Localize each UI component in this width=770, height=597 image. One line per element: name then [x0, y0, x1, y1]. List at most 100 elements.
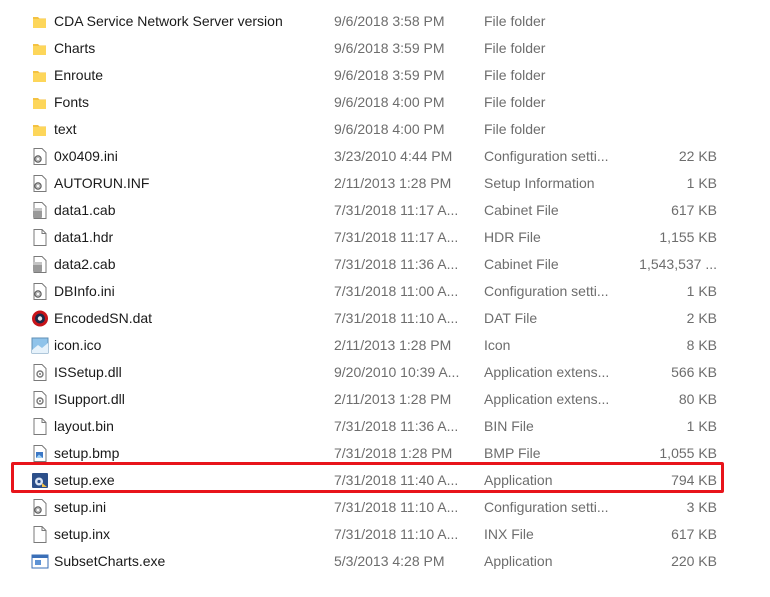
- file-size: 617 KB: [671, 202, 717, 218]
- blank-file-icon: [33, 526, 47, 543]
- file-type: File folder: [484, 40, 546, 56]
- file-size: 1 KB: [686, 175, 717, 191]
- file-date: 7/31/2018 11:10 A...: [334, 310, 459, 326]
- file-date: 7/31/2018 11:10 A...: [334, 526, 459, 542]
- file-type: HDR File: [484, 229, 541, 245]
- config-file-icon: [33, 499, 47, 516]
- file-date: 3/23/2010 4:44 PM: [334, 148, 453, 164]
- file-name: Fonts: [54, 94, 90, 110]
- file-size: 617 KB: [671, 526, 717, 542]
- folder-icon: [33, 17, 46, 28]
- config-file-icon: [33, 283, 47, 300]
- file-name: Enroute: [54, 67, 104, 83]
- file-row[interactable]: SubsetCharts.exe 5/3/2013 4:28 PM Applic…: [0, 548, 770, 575]
- file-size: 566 KB: [671, 364, 717, 380]
- file-date: 2/11/2013 1:28 PM: [334, 175, 452, 191]
- file-size: 3 KB: [686, 499, 717, 515]
- file-type: File folder: [484, 121, 546, 137]
- file-date: 9/6/2018 3:59 PM: [334, 67, 445, 83]
- bitmap-file-icon: [33, 445, 47, 462]
- file-row[interactable]: EncodedSN.dat 7/31/2018 11:10 A... DAT F…: [0, 305, 770, 332]
- file-date: 7/31/2018 1:28 PM: [334, 445, 453, 461]
- file-row[interactable]: DBInfo.ini 7/31/2018 11:00 A... Configur…: [0, 278, 770, 305]
- folder-icon: [33, 125, 46, 136]
- file-name: text: [54, 121, 77, 137]
- file-row[interactable]: layout.bin 7/31/2018 11:36 A... BIN File…: [0, 413, 770, 440]
- file-size: [620, 62, 717, 89]
- file-date: 7/31/2018 11:17 A...: [334, 229, 459, 245]
- file-type: Icon: [484, 337, 511, 353]
- file-date: 9/6/2018 3:59 PM: [334, 40, 445, 56]
- file-row[interactable]: Charts 9/6/2018 3:59 PM File folder: [0, 35, 770, 62]
- file-type: Cabinet File: [484, 256, 559, 272]
- file-size: 794 KB: [671, 472, 717, 488]
- file-row[interactable]: ISupport.dll 2/11/2013 1:28 PM Applicati…: [0, 386, 770, 413]
- file-size: 220 KB: [671, 553, 717, 569]
- file-row[interactable]: ISSetup.dll 9/20/2010 10:39 A... Applica…: [0, 359, 770, 386]
- file-row[interactable]: setup.exe 7/31/2018 11:40 A... Applicati…: [0, 467, 770, 494]
- file-name: data2.cab: [54, 256, 116, 272]
- folder-icon: [33, 71, 46, 82]
- file-name: ISSetup.dll: [54, 364, 122, 380]
- file-size: 1,155 KB: [659, 229, 717, 245]
- file-name: layout.bin: [54, 418, 114, 434]
- file-date: 9/6/2018 4:00 PM: [334, 121, 445, 137]
- file-size: 8 KB: [686, 337, 717, 353]
- dll-file-icon: [33, 391, 47, 408]
- file-row[interactable]: data1.cab 7/31/2018 11:17 A... Cabinet F…: [0, 197, 770, 224]
- file-date: 9/6/2018 3:58 PM: [334, 13, 445, 29]
- file-name: setup.exe: [54, 472, 115, 488]
- file-type: Application extens...: [484, 391, 610, 407]
- cabinet-file-icon: [33, 256, 47, 273]
- file-type: DAT File: [484, 310, 538, 326]
- file-row[interactable]: icon.ico 2/11/2013 1:28 PM Icon 8 KB: [0, 332, 770, 359]
- file-name: DBInfo.ini: [54, 283, 115, 299]
- file-row[interactable]: CDA Service Network Server version 9/6/2…: [0, 8, 770, 35]
- file-row[interactable]: setup.inx 7/31/2018 11:10 A... INX File …: [0, 521, 770, 548]
- file-type: BIN File: [484, 418, 534, 434]
- file-name: icon.ico: [54, 337, 102, 353]
- file-name: data1.hdr: [54, 229, 114, 245]
- file-size: [620, 89, 717, 116]
- file-type: File folder: [484, 94, 546, 110]
- file-date: 7/31/2018 11:17 A...: [334, 202, 459, 218]
- file-type: Configuration setti...: [484, 499, 609, 515]
- file-size: 2 KB: [686, 310, 717, 326]
- file-row[interactable]: setup.ini 7/31/2018 11:10 A... Configura…: [0, 494, 770, 521]
- folder-icon: [33, 44, 46, 55]
- file-size: 1 KB: [686, 283, 717, 299]
- file-size: [620, 116, 717, 143]
- file-name: EncodedSN.dat: [54, 310, 153, 326]
- file-name: data1.cab: [54, 202, 116, 218]
- file-date: 7/31/2018 11:10 A...: [334, 499, 459, 515]
- file-name: SubsetCharts.exe: [54, 553, 166, 569]
- file-name: Charts: [54, 40, 96, 56]
- blank-file-icon: [33, 418, 47, 435]
- dll-file-icon: [33, 364, 47, 381]
- file-size: [620, 8, 717, 35]
- file-row[interactable]: data1.hdr 7/31/2018 11:17 A... HDR File …: [0, 224, 770, 251]
- file-size: 1 KB: [686, 418, 717, 434]
- file-name: 0x0409.ini: [54, 148, 118, 164]
- file-list: CDA Service Network Server version 9/6/2…: [0, 8, 770, 575]
- config-file-icon: [33, 148, 47, 165]
- dat-file-icon: [32, 310, 48, 327]
- file-row[interactable]: AUTORUN.INF 2/11/2013 1:28 PM Setup Info…: [0, 170, 770, 197]
- file-type: INX File: [484, 526, 534, 542]
- file-row[interactable]: Fonts 9/6/2018 4:00 PM File folder: [0, 89, 770, 116]
- folder-icon: [33, 98, 46, 109]
- file-date: 2/11/2013 1:28 PM: [334, 337, 452, 353]
- file-type: Configuration setti...: [484, 283, 609, 299]
- file-type: File folder: [484, 67, 546, 83]
- file-type: Configuration setti...: [484, 148, 609, 164]
- file-size: 22 KB: [678, 148, 717, 164]
- file-row[interactable]: Enroute 9/6/2018 3:59 PM File folder: [0, 62, 770, 89]
- file-row[interactable]: text 9/6/2018 4:00 PM File folder: [0, 116, 770, 143]
- file-type: Application: [484, 472, 553, 488]
- file-date: 9/20/2010 10:39 A...: [334, 364, 460, 380]
- file-date: 2/11/2013 1:28 PM: [334, 391, 452, 407]
- file-row[interactable]: 0x0409.ini 3/23/2010 4:44 PM Configurati…: [0, 143, 770, 170]
- file-row[interactable]: data2.cab 7/31/2018 11:36 A... Cabinet F…: [0, 251, 770, 278]
- file-name: ISupport.dll: [54, 391, 125, 407]
- file-row[interactable]: setup.bmp 7/31/2018 1:28 PM BMP File 1,0…: [0, 440, 770, 467]
